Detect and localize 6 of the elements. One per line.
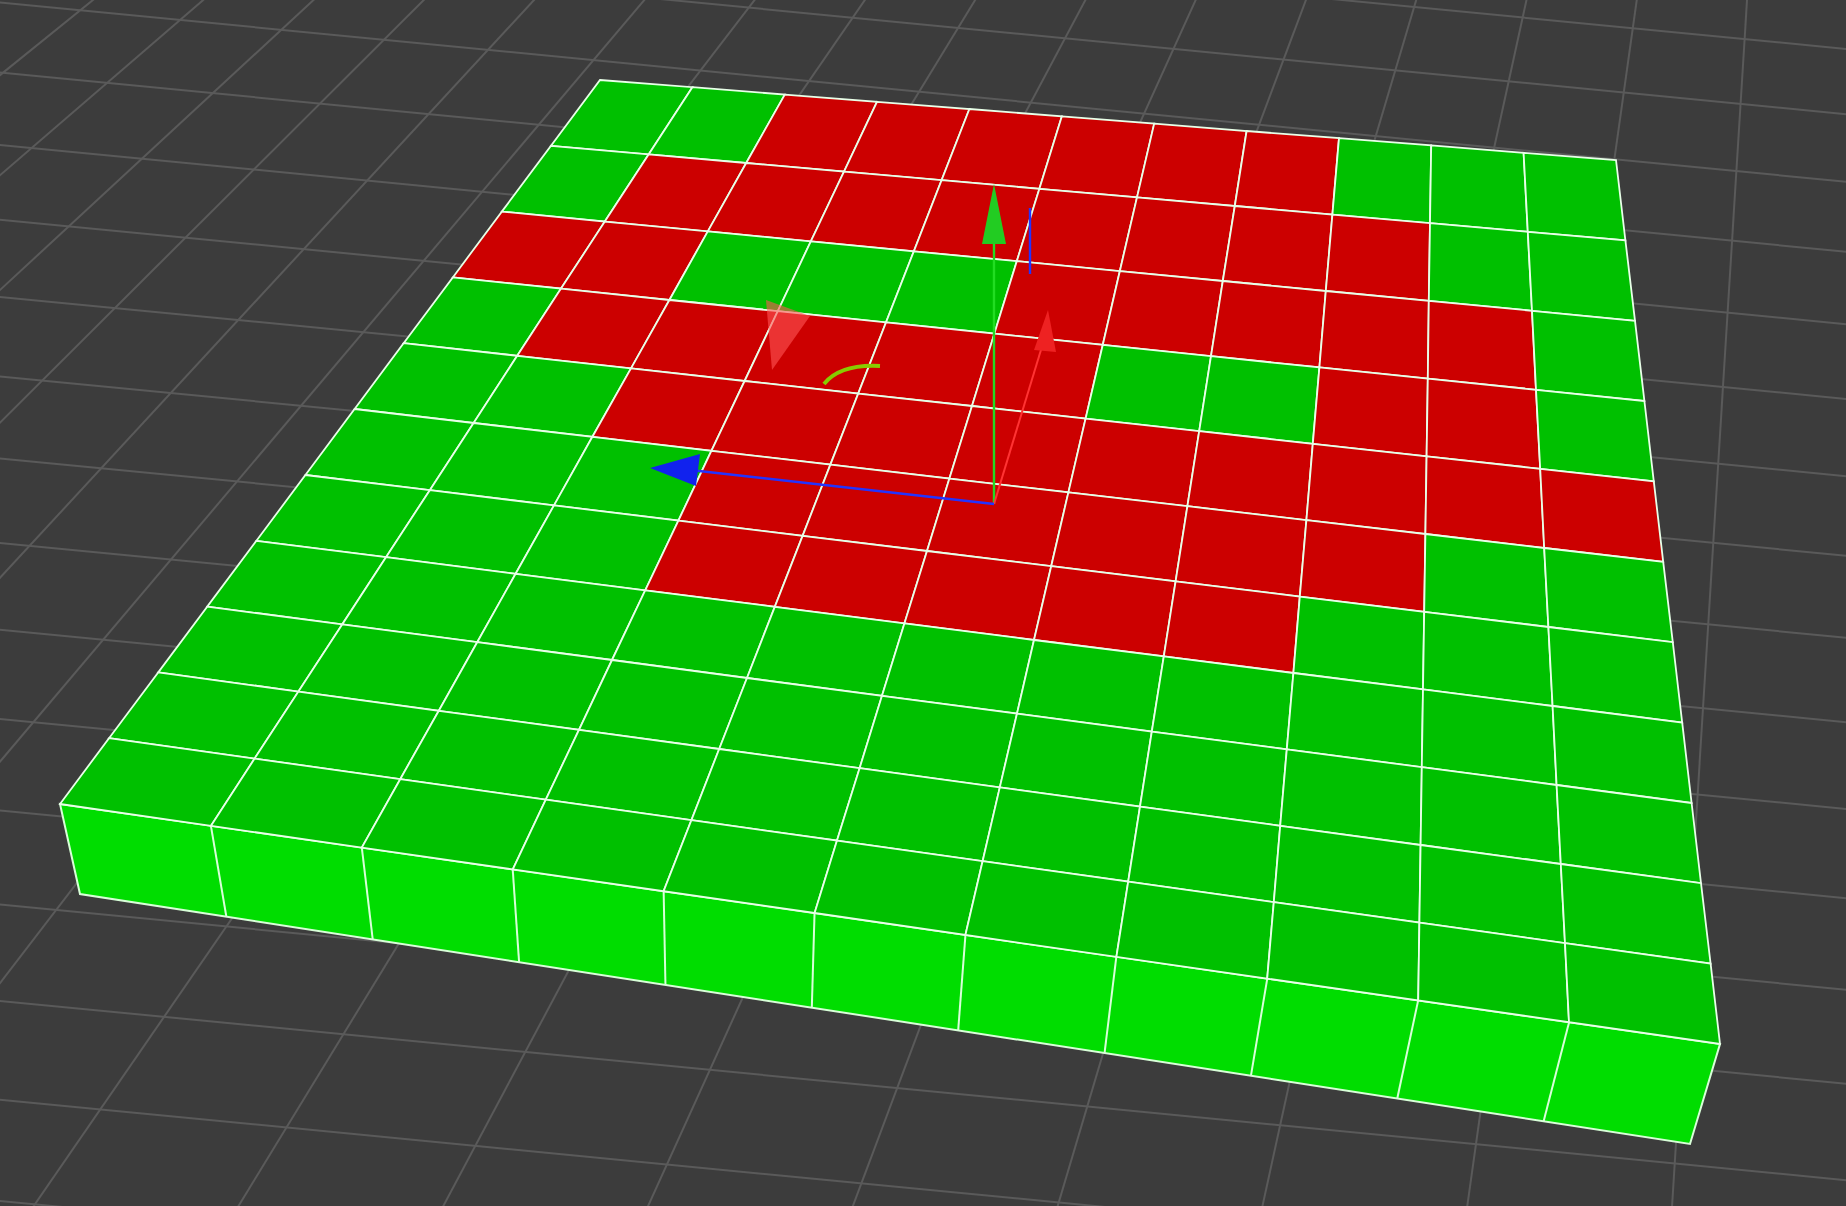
axis-line: [1028, 208, 1032, 274]
x-axis-arrow[interactable]: [993, 310, 1056, 505]
rotation-arc[interactable]: [822, 363, 881, 386]
plane-handle[interactable]: [766, 300, 810, 370]
y-axis-arrow[interactable]: [982, 184, 1006, 504]
z-axis-arrow[interactable]: [650, 454, 995, 506]
